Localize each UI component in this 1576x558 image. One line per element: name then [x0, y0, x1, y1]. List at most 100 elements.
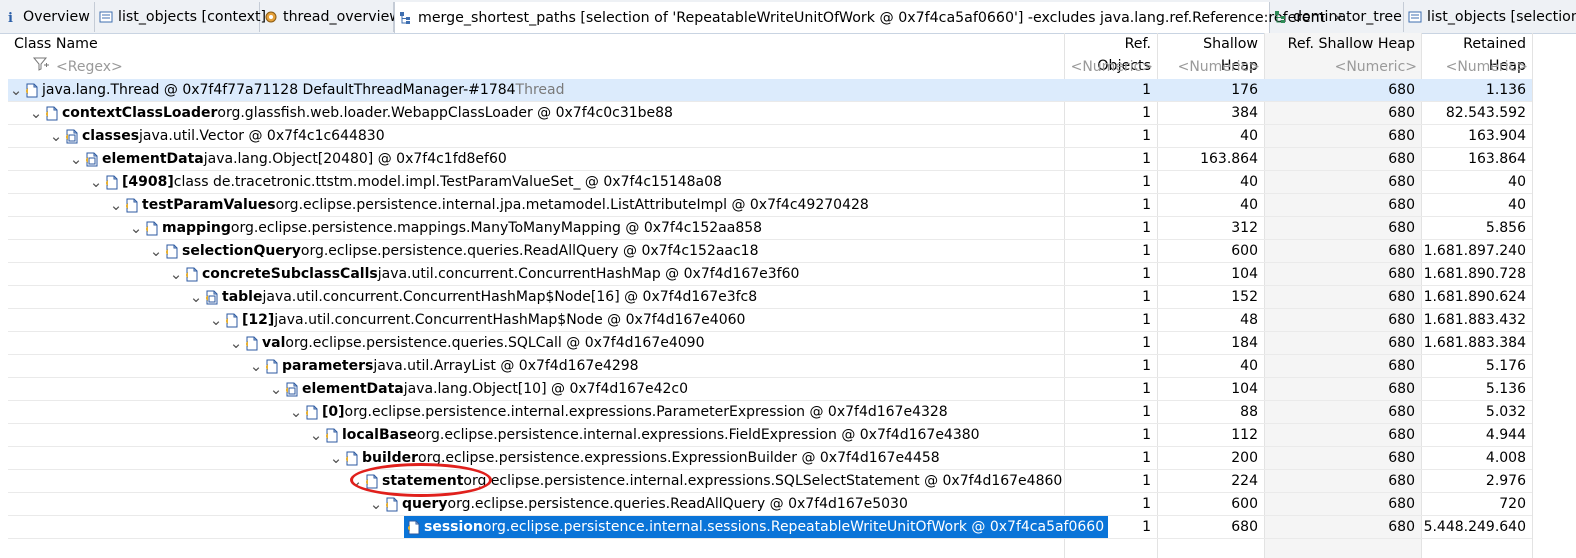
class-name-cell: ⌄ localBase org.eclipse.persistence.inter…	[308, 424, 980, 446]
ref-shallow-heap-cell: 680	[1388, 473, 1415, 489]
table-row[interactable]: ⌄ localBase org.eclipse.persistence.inter…	[8, 424, 1532, 447]
table-row[interactable]: ⌄ testParamValues org.eclipse.persistence…	[8, 194, 1532, 217]
class-name-cell: ⌄ [4908] class de.tracetronic.ttstm.model…	[88, 171, 722, 193]
filter-shallow-heap-input[interactable]: <Numeric>	[1157, 56, 1264, 79]
tab-list-objects-context[interactable]: list_objects [context]	[95, 2, 266, 32]
table-row[interactable]: ⌄ elementData java.lang.Object[20480] @ 0…	[8, 148, 1532, 171]
tab-overview[interactable]: i Overview	[0, 2, 95, 32]
ref-objects-cell: 1	[1142, 381, 1151, 397]
field-name: concreteSubclassCalls	[202, 266, 378, 282]
retained-heap-cell: 40	[1508, 197, 1526, 213]
filter-retained-heap-input[interactable]: <Numeric>	[1421, 56, 1532, 79]
chevron-down-icon[interactable]: ⌄	[248, 359, 264, 374]
column-header-ref-shallow-heap[interactable]: Ref. Shallow Heap	[1264, 33, 1421, 56]
chevron-down-icon[interactable]: ⌄	[328, 451, 344, 466]
ref-shallow-heap-cell: 680	[1388, 243, 1415, 259]
chevron-down-icon[interactable]: ⌄	[168, 267, 184, 282]
chevron-down-icon[interactable]: ⌄	[48, 129, 64, 144]
table-row[interactable]: ⌄ concreteSubclassCalls java.util.concurr…	[8, 263, 1532, 286]
tab-dominator-tree[interactable]: dominator_tree	[1270, 2, 1404, 32]
selected-entry[interactable]: session org.eclipse.persistence.internal…	[404, 516, 1109, 538]
ref-objects-cell: 1	[1142, 335, 1151, 351]
tree-icon	[1274, 10, 1288, 24]
table-row[interactable]: ⌄ statement org.eclipse.persistence.inter…	[8, 470, 1532, 493]
tab-label: list_objects [selection	[1427, 9, 1576, 25]
chevron-down-icon[interactable]: ⌄	[68, 152, 84, 167]
chevron-down-icon[interactable]: ⌄	[28, 106, 44, 121]
tab-merge-shortest-paths[interactable]: merge_shortest_paths [selection of 'Repe…	[394, 2, 1343, 33]
column-header-class-name[interactable]: Class Name	[8, 33, 1064, 56]
table-row[interactable]: ⌄ elementData java.lang.Object[10] @ 0x7f…	[8, 378, 1532, 401]
ref-shallow-heap-cell: 680	[1388, 358, 1415, 374]
ref-shallow-heap-cell: 680	[1388, 220, 1415, 236]
chevron-down-icon[interactable]: ⌄	[128, 221, 144, 236]
chevron-down-icon[interactable]: ⌄	[308, 428, 324, 443]
info-icon: i	[4, 10, 18, 26]
object-reference-icon	[205, 290, 218, 305]
table-row[interactable]: ⌄ mapping org.eclipse.persistence.mapping…	[8, 217, 1532, 240]
table-row[interactable]: ⌄ parameters java.util.ArrayList @ 0x7f4d…	[8, 355, 1532, 378]
table-row[interactable]: ⌄ [12] java.util.concurrent.ConcurrentHas…	[8, 309, 1532, 332]
class-name-cell: ⌄ [0] org.eclipse.persistence.internal.ex…	[288, 401, 948, 423]
filter-class-name-input[interactable]: <Regex>	[52, 56, 252, 79]
table-row[interactable]: ⌄ builder org.eclipse.persistence.express…	[8, 447, 1532, 470]
chevron-down-icon[interactable]: ⌄	[108, 198, 124, 213]
filter-ref-shallow-heap-input[interactable]: <Numeric>	[1264, 56, 1421, 79]
chevron-down-icon[interactable]: ⌄	[288, 405, 304, 420]
retained-heap-cell: 5.032	[1485, 404, 1526, 420]
object-class: org.eclipse.persistence.internal.express…	[416, 427, 980, 443]
class-name-cell: ⌄ concreteSubclassCalls java.util.concurr…	[168, 263, 800, 285]
shallow-heap-cell: 40	[1240, 128, 1258, 144]
ref-objects-cell: 1	[1142, 312, 1151, 328]
column-header-ref-objects[interactable]: Ref. Objects	[1064, 33, 1157, 74]
table-row[interactable]: ⌄ selectionQuery org.eclipse.persistence.…	[8, 240, 1532, 263]
chevron-down-icon[interactable]: ⌄	[148, 244, 164, 259]
chevron-down-icon[interactable]: ⌄	[8, 83, 24, 98]
table-row[interactable]: ⌄ classes java.util.Vector @ 0x7f4c1c6448…	[8, 125, 1532, 148]
table-row[interactable]: ⌄ java.lang.Thread @ 0x7f4f77a71128 Defau…	[8, 79, 1532, 102]
object-reference-icon	[105, 175, 118, 190]
list-icon	[99, 10, 113, 24]
table-row[interactable]: ⌄ contextClassLoader org.glassfish.web.lo…	[8, 102, 1532, 125]
retained-heap-cell: 163.904	[1468, 128, 1526, 144]
table-row[interactable]: ⌄ [0] org.eclipse.persistence.internal.ex…	[8, 401, 1532, 424]
shallow-heap-cell: 40	[1240, 197, 1258, 213]
chevron-down-icon[interactable]: ⌄	[228, 336, 244, 351]
table-row[interactable]: ⌄ table java.util.concurrent.ConcurrentHa…	[8, 286, 1532, 309]
tab-thread-overview[interactable]: thread_overview	[260, 2, 401, 32]
retained-heap-cell: 163.864	[1468, 151, 1526, 167]
chevron-down-icon[interactable]: ⌄	[208, 313, 224, 328]
class-name-cell: ⌄ contextClassLoader org.glassfish.web.lo…	[28, 102, 673, 124]
object-class: org.eclipse.persistence.internal.session…	[482, 519, 1105, 535]
table-row[interactable]: ⌄ val org.eclipse.persistence.queries.SQL…	[8, 332, 1532, 355]
object-reference-icon	[407, 520, 420, 535]
ref-objects-cell: 1	[1142, 174, 1151, 190]
column-header-shallow-heap[interactable]: Shallow Heap	[1157, 33, 1264, 74]
ref-objects-cell: 1	[1142, 450, 1151, 466]
table-row[interactable]: session org.eclipse.persistence.internal…	[8, 516, 1532, 539]
retained-heap-cell: 4.944	[1485, 427, 1526, 443]
tab-list-objects-selection[interactable]: list_objects [selection	[1404, 2, 1576, 32]
column-header-retained-heap[interactable]: Retained Heap	[1421, 33, 1532, 74]
object-class: java.util.ArrayList @ 0x7f4d167e4298	[373, 358, 639, 374]
chevron-down-icon[interactable]: ⌄	[188, 290, 204, 305]
object-reference-icon	[225, 313, 238, 328]
retained-heap-cell: 4.008	[1485, 450, 1526, 466]
shallow-heap-cell: 600	[1231, 243, 1258, 259]
table-row[interactable]: ⌄ query org.eclipse.persistence.queries.R…	[8, 493, 1532, 516]
ref-shallow-heap-cell: 680	[1388, 82, 1415, 98]
table-row[interactable]: ⌄ [4908] class de.tracetronic.ttstm.model…	[8, 171, 1532, 194]
chevron-down-icon[interactable]: ⌄	[88, 175, 104, 190]
field-name: elementData	[302, 381, 404, 397]
object-reference-icon	[185, 267, 198, 282]
filter-ref-objects-input[interactable]: <Numeric>	[1064, 56, 1157, 79]
field-name: selectionQuery	[182, 243, 301, 259]
class-name-cell: ⌄ classes java.util.Vector @ 0x7f4c1c6448…	[48, 125, 385, 147]
chevron-down-icon[interactable]: ⌄	[268, 382, 284, 397]
chevron-down-icon[interactable]: ⌄	[368, 497, 384, 512]
object-class: org.eclipse.persistence.internal.express…	[344, 404, 948, 420]
retained-heap-cell: 40	[1508, 174, 1526, 190]
shallow-heap-cell: 312	[1231, 220, 1258, 236]
shallow-heap-cell: 224	[1231, 473, 1258, 489]
class-name-cell: ⌄ parameters java.util.ArrayList @ 0x7f4d…	[248, 355, 639, 377]
